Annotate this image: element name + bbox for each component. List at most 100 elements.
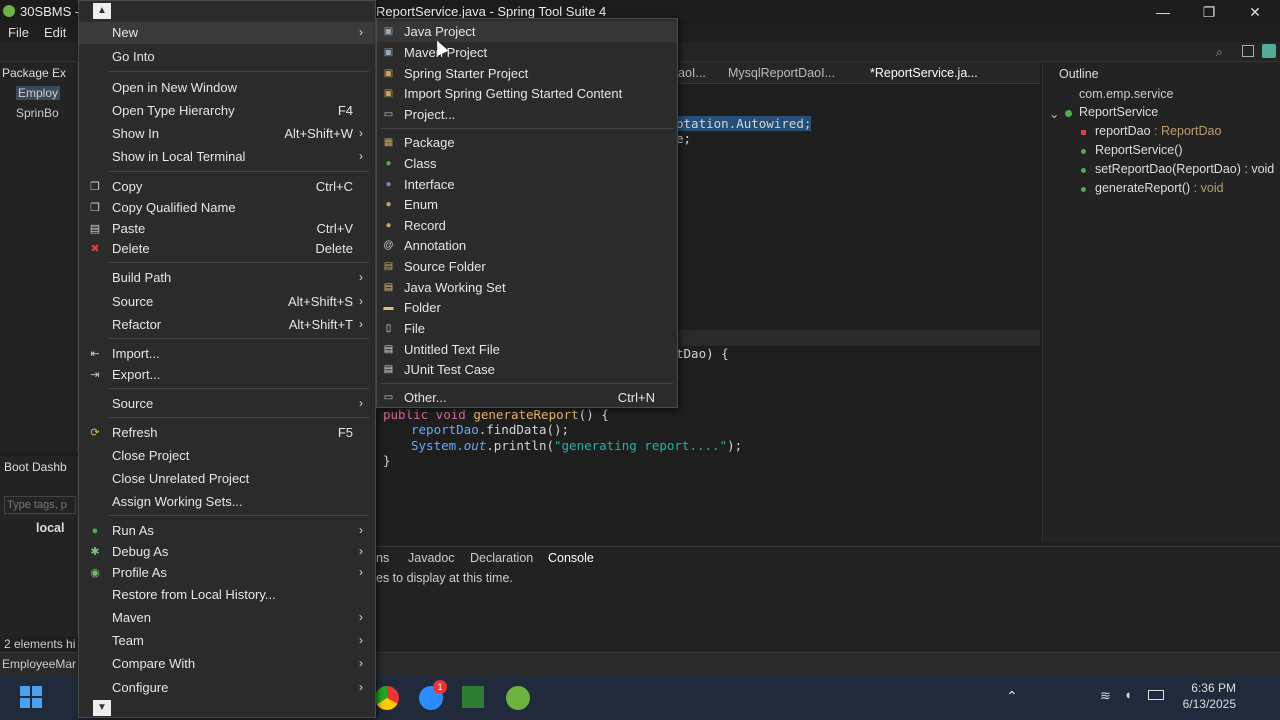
submenu-item-java-working-set[interactable]: ▤ Java Working Set	[377, 277, 677, 298]
submenu-item-file[interactable]: ▯ File	[377, 318, 677, 339]
windows-start-icon[interactable]	[20, 686, 42, 708]
scroll-down-arrow[interactable]: ▼	[93, 700, 111, 716]
tab-problems[interactable]: ns	[376, 551, 389, 565]
copy-icon: ❐	[90, 202, 100, 214]
menu-item-refactor[interactable]: Refactor Alt+Shift+T ›	[79, 314, 375, 336]
tree-item-springboot[interactable]: SprinBo	[16, 106, 59, 120]
excel-icon[interactable]	[462, 686, 484, 708]
menu-item-debug-as[interactable]: ✱ Debug As ›	[79, 541, 375, 563]
outline-class[interactable]: ReportService	[1079, 105, 1158, 119]
submenu-item-record[interactable]: ● Record	[377, 215, 677, 236]
submenu-item-untitled-text-file[interactable]: ▤ Untitled Text File	[377, 339, 677, 360]
menu-file[interactable]: File	[8, 25, 29, 40]
menu-item-delete[interactable]: ✖ Delete Delete	[79, 238, 375, 260]
package-explorer-tab[interactable]: Package Ex	[2, 66, 66, 80]
menu-item-maven[interactable]: Maven ›	[79, 607, 375, 629]
tab-declaration[interactable]: Declaration	[470, 551, 533, 565]
tab-mysql-report-dao[interactable]: MysqlReportDaoI...	[728, 66, 835, 80]
outline-member-setter[interactable]: setReportDao(ReportDao) : void	[1095, 162, 1274, 176]
menu-edit[interactable]: Edit	[44, 25, 66, 40]
scroll-up-arrow[interactable]: ▲	[93, 3, 111, 19]
chevron-up-icon[interactable]: ⌃	[1006, 688, 1018, 705]
submenu-item-source-folder[interactable]: ▤ Source Folder	[377, 256, 677, 277]
wifi-icon[interactable]: ≋	[1100, 688, 1111, 704]
tag-filter-input[interactable]: Type tags, p	[4, 496, 76, 514]
volume-icon[interactable]: ◖	[1124, 687, 1132, 702]
export-icon: ⇥	[90, 369, 100, 381]
outline-member-reportdao[interactable]: reportDao : ReportDao	[1095, 124, 1221, 138]
menu-item-compare-with[interactable]: Compare With ›	[79, 653, 375, 675]
menu-item-open-new-window[interactable]: Open in New Window	[79, 77, 375, 99]
submenu-item-import-spring-content[interactable]: ▣ Import Spring Getting Started Content	[377, 83, 677, 104]
submenu-item-class[interactable]: ● Class	[377, 153, 677, 174]
menu-item-team[interactable]: Team ›	[79, 630, 375, 652]
menu-item-import[interactable]: ⇤ Import...	[79, 343, 375, 365]
tab-console[interactable]: Console	[548, 551, 594, 565]
submenu-item-folder[interactable]: ▬ Folder	[377, 297, 677, 318]
menu-item-assign-working-sets[interactable]: Assign Working Sets...	[79, 491, 375, 513]
minimize-button[interactable]: —	[1140, 0, 1186, 24]
submenu-item-annotation[interactable]: @ Annotation	[377, 235, 677, 256]
menu-item-profile-as[interactable]: ◉ Profile As ›	[79, 562, 375, 584]
menu-label: Source	[112, 294, 154, 309]
menu-item-source-2[interactable]: Source ›	[79, 393, 375, 415]
submenu-item-package[interactable]: ▦ Package	[377, 132, 677, 153]
outline-member-generate[interactable]: generateReport() : void	[1095, 181, 1224, 195]
tree-item-employee[interactable]: Employ	[16, 86, 61, 100]
tab-report-service[interactable]: *ReportService.ja...	[870, 66, 978, 80]
zoom-badge: 1	[433, 680, 447, 694]
restore-button[interactable]: ❐	[1186, 0, 1232, 24]
submenu-item-interface[interactable]: ● Interface	[377, 174, 677, 195]
menu-item-copy[interactable]: ❐ Copy Ctrl+C	[79, 176, 375, 198]
menu-item-configure[interactable]: Configure ›	[79, 677, 375, 699]
member-type: : ReportDao	[1150, 124, 1222, 138]
copy-icon: ❐	[90, 181, 100, 193]
spring-tool-suite-icon[interactable]	[506, 686, 530, 710]
battery-icon[interactable]	[1148, 690, 1164, 700]
tab-javadoc[interactable]: Javadoc	[408, 551, 455, 565]
menu-item-close-project[interactable]: Close Project	[79, 445, 375, 467]
field-reportdao: reportDao	[411, 422, 479, 437]
menu-item-export[interactable]: ⇥ Export...	[79, 364, 375, 386]
submenu-item-other[interactable]: ▭ Other... Ctrl+N	[377, 387, 677, 408]
clock-time[interactable]: 6:36 PM	[1170, 681, 1236, 695]
menu-item-refresh[interactable]: ⟳ Refresh F5	[79, 422, 375, 444]
submenu-item-maven-project[interactable]: ▣ Maven Project	[377, 42, 677, 63]
chevron-down-icon[interactable]: ⌄	[1049, 106, 1059, 121]
tab-dao-impl[interactable]: aoI...	[678, 66, 706, 80]
menu-item-show-local-terminal[interactable]: Show in Local Terminal ›	[79, 146, 375, 168]
local-target[interactable]: local	[36, 521, 65, 535]
menu-item-open-type-hierarchy[interactable]: Open Type Hierarchy F4	[79, 100, 375, 122]
outline-package[interactable]: com.emp.service	[1079, 87, 1173, 101]
outline-member-constructor[interactable]: ReportService()	[1095, 143, 1183, 157]
console-message: es to display at this time.	[376, 571, 513, 585]
menu-item-new[interactable]: New ›	[79, 22, 375, 44]
clock-date[interactable]: 6/13/2025	[1170, 697, 1236, 711]
submenu-item-junit-test-case[interactable]: ▤ JUnit Test Case	[377, 359, 677, 380]
menu-label: Restore from Local History...	[112, 587, 276, 602]
menu-item-source[interactable]: Source Alt+Shift+S ›	[79, 291, 375, 313]
submenu-item-java-project[interactable]: ▣ Java Project	[377, 21, 677, 42]
menu-item-run-as[interactable]: ● Run As ›	[79, 520, 375, 542]
menu-item-paste[interactable]: ▤ Paste Ctrl+V	[79, 218, 375, 240]
outline-tab[interactable]: Outline	[1059, 67, 1099, 81]
boot-dashboard-tab[interactable]: Boot Dashb	[4, 460, 67, 474]
submenu-item-enum[interactable]: ● Enum	[377, 194, 677, 215]
perspective-icon[interactable]	[1242, 45, 1254, 57]
menu-label: Refresh	[112, 425, 158, 440]
menu-item-close-unrelated[interactable]: Close Unrelated Project	[79, 468, 375, 490]
menu-label: Close Unrelated Project	[112, 471, 250, 486]
menu-item-go-into[interactable]: Go Into	[79, 46, 375, 68]
menu-item-copy-qualified-name[interactable]: ❐ Copy Qualified Name	[79, 197, 375, 219]
menu-item-restore-history[interactable]: Restore from Local History...	[79, 584, 375, 606]
submenu-item-project[interactable]: ▭ Project...	[377, 104, 677, 125]
menu-item-build-path[interactable]: Build Path ›	[79, 267, 375, 289]
submenu-item-spring-starter[interactable]: ▣ Spring Starter Project	[377, 63, 677, 84]
chevron-right-icon: ›	[359, 149, 363, 163]
search-icon[interactable]: ⌕	[1216, 45, 1223, 60]
close-button[interactable]: ✕	[1232, 0, 1278, 24]
menu-item-show-in[interactable]: Show In Alt+Shift+W ›	[79, 123, 375, 145]
run-icon: ●	[91, 525, 99, 537]
chrome-icon[interactable]	[375, 686, 399, 710]
spring-perspective-icon[interactable]	[1262, 44, 1276, 58]
